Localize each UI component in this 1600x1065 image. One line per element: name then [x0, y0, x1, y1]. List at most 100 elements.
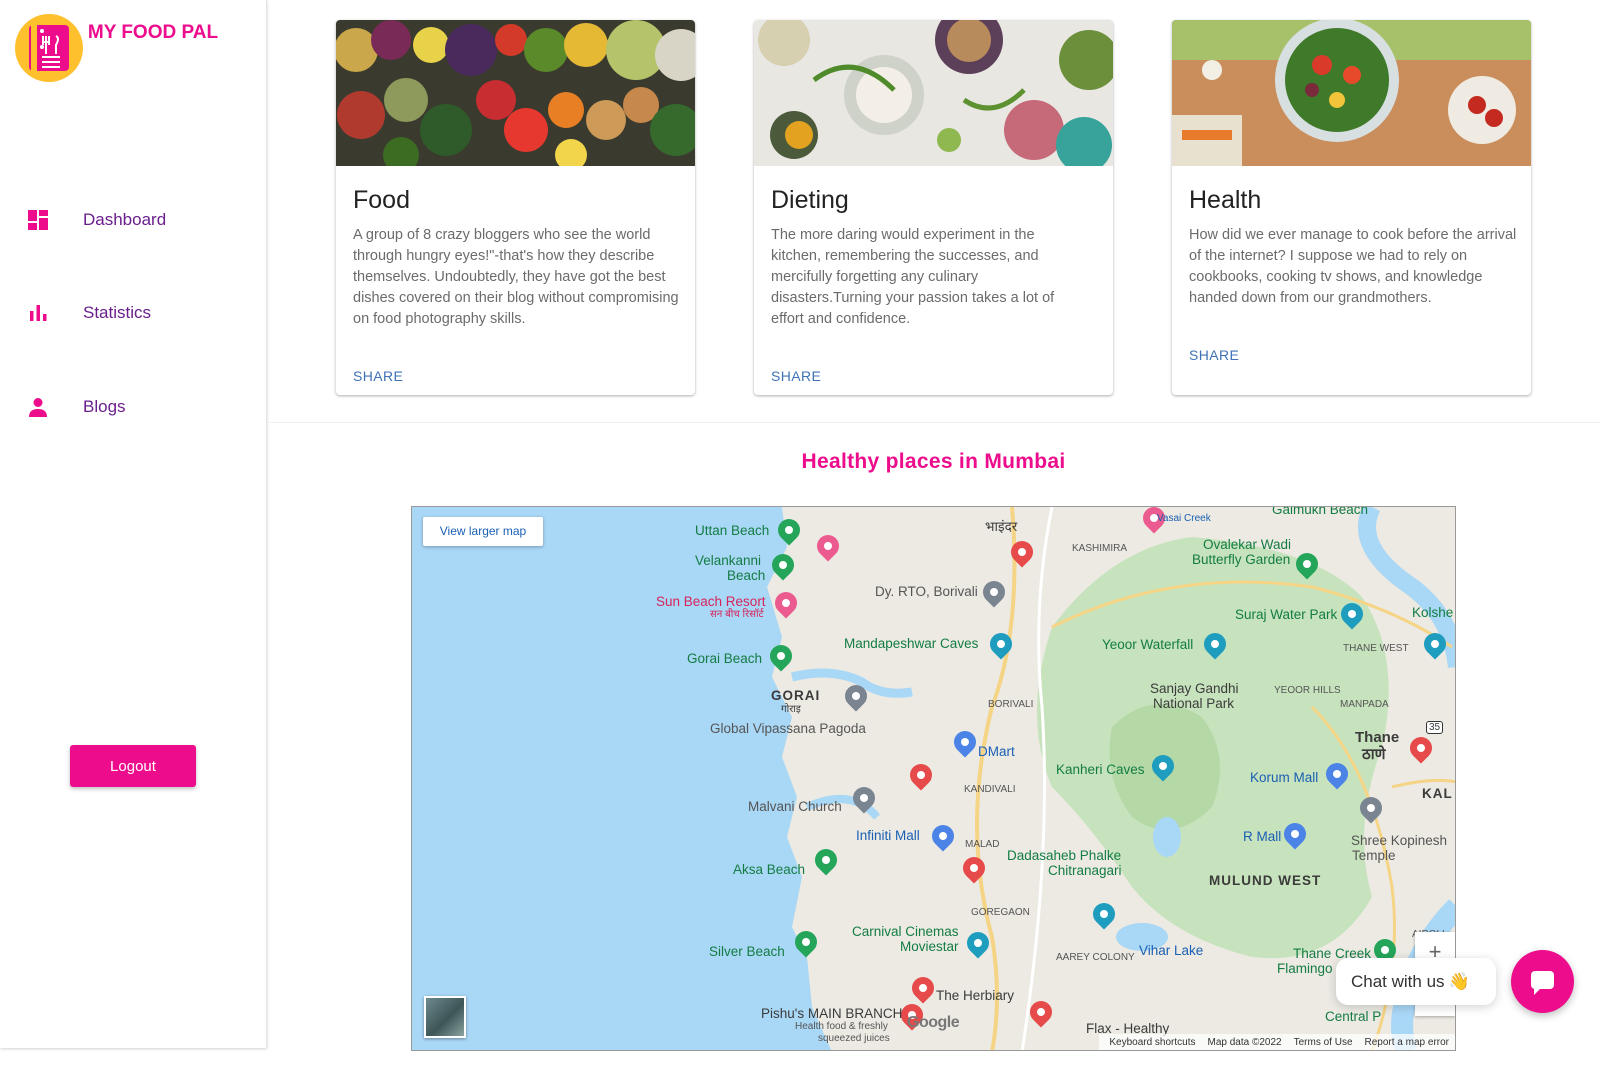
- sidebar-item-statistics[interactable]: Statistics: [0, 283, 266, 343]
- map-label: GOREGAON: [971, 907, 1030, 918]
- map-label: YEOOR HILLS: [1274, 685, 1341, 696]
- map-label: Silver Beach: [709, 944, 785, 959]
- map-label: Chitranagari: [1048, 863, 1122, 878]
- sidebar: MY FOOD PAL Dashboard Statistics Blogs L…: [0, 0, 267, 1048]
- map-label: Moviestar: [900, 939, 959, 954]
- map-label: Pishu's MAIN BRANCH: [761, 1006, 903, 1021]
- card-health: Health How did we ever manage to cook be…: [1172, 20, 1531, 395]
- map-label: R Mall: [1243, 829, 1282, 844]
- map-label: Uttan Beach: [695, 523, 770, 538]
- map-label: Ovalekar Wadi: [1203, 537, 1292, 552]
- map-label: Gorai Beach: [687, 651, 763, 666]
- map-label: MANPADA: [1340, 699, 1389, 710]
- map-label: THANE WEST: [1343, 643, 1409, 654]
- card-dieting: Dieting The more daring would experiment…: [754, 20, 1113, 395]
- map-label: Temple: [1352, 848, 1396, 863]
- report-map-error-link[interactable]: Report a map error: [1365, 1037, 1449, 1048]
- map-label: MULUND WEST: [1209, 873, 1322, 888]
- map-label: Aksa Beach: [733, 862, 806, 877]
- brand-title: MY FOOD PAL: [87, 22, 219, 43]
- map-label: Kolshe: [1412, 605, 1454, 620]
- map-label: AAREY COLONY: [1056, 952, 1135, 963]
- map-label: Vasai Creek: [1157, 513, 1211, 524]
- card-image-bowls: [754, 20, 1113, 166]
- map-label: Carnival Cinemas: [852, 924, 959, 939]
- map-label: Gaimukh Beach: [1272, 506, 1369, 517]
- map-label: National Park: [1153, 696, 1235, 711]
- chat-label: Chat with us: [1351, 972, 1445, 991]
- map-label: Global Vipassana Pagoda: [710, 721, 866, 736]
- dashboard-icon: [28, 210, 48, 230]
- map-label: गोराइ: [781, 704, 801, 715]
- map-label: Dadasaheb Phalke: [1007, 848, 1122, 863]
- map-label: Kanheri Caves: [1056, 762, 1145, 777]
- brand[interactable]: MY FOOD PAL: [15, 14, 255, 84]
- map-label: Infiniti Mall: [856, 828, 920, 843]
- map-label: Vihar Lake: [1139, 943, 1204, 958]
- map-label: Velankanni: [695, 553, 762, 568]
- map-label: KAL: [1422, 786, 1453, 801]
- bar-chart-icon: [30, 305, 47, 321]
- chat-button[interactable]: [1511, 950, 1574, 1013]
- map-label: Beach: [727, 568, 766, 583]
- map-label: KASHIMIRA: [1072, 543, 1128, 554]
- map-label: Dy. RTO, Borivali: [875, 584, 978, 599]
- share-button[interactable]: SHARE: [1189, 347, 1239, 363]
- map-label: DMart: [978, 744, 1015, 759]
- card-title: Dieting: [771, 186, 849, 214]
- card-image-vegetables: [336, 20, 695, 166]
- map-label: ठाणे: [1362, 746, 1386, 763]
- share-button[interactable]: SHARE: [771, 368, 821, 384]
- map-label: MALAD: [965, 839, 1000, 850]
- map-label: Butterfly Garden: [1192, 552, 1291, 567]
- map-label: Health food & freshly: [795, 1021, 888, 1032]
- keyboard-shortcuts-link[interactable]: Keyboard shortcuts: [1109, 1037, 1195, 1048]
- terms-link[interactable]: Terms of Use: [1294, 1037, 1353, 1048]
- map-label: Korum Mall: [1250, 770, 1319, 785]
- map-label: भाइंदर: [985, 519, 1018, 534]
- sidebar-item-label: Statistics: [83, 303, 152, 322]
- satellite-toggle-button[interactable]: [424, 996, 466, 1038]
- sidebar-item-blogs[interactable]: Blogs: [0, 377, 266, 437]
- card-food: Food A group of 8 crazy bloggers who see…: [336, 20, 695, 395]
- map-label: Mandapeshwar Caves: [844, 636, 979, 651]
- map-label: Yeoor Waterfall: [1102, 637, 1194, 652]
- google-logo: Google: [907, 1014, 960, 1031]
- map-label: Sanjay Gandhi: [1150, 681, 1239, 696]
- map-label: Suraj Water Park: [1235, 607, 1338, 622]
- map-label: Central P: [1325, 1009, 1382, 1024]
- wave-icon: 👋: [1448, 972, 1470, 991]
- sidebar-item-label: Blogs: [83, 397, 126, 416]
- food-pal-logo-icon: [15, 14, 83, 82]
- map-label: squeezed juices: [818, 1033, 890, 1044]
- view-larger-map-button[interactable]: View larger map: [423, 517, 543, 546]
- card-description: A group of 8 crazy bloggers who see the …: [353, 227, 679, 327]
- card-title: Food: [353, 186, 410, 214]
- chat-bubble-icon: [1531, 971, 1554, 995]
- highway-shield-icon: 35: [1426, 721, 1444, 734]
- section-divider: [267, 422, 1600, 423]
- map-footer: Keyboard shortcuts Map data ©2022 Terms …: [1099, 1034, 1455, 1050]
- map-data-text: Map data ©2022: [1207, 1036, 1282, 1048]
- google-map[interactable]: Uttan Beach Velankanni Beach Sun Beach R…: [411, 506, 1456, 1051]
- map-label: Sun Beach Resort: [656, 594, 766, 609]
- person-icon: [29, 398, 47, 417]
- map-label: GORAI: [771, 688, 821, 703]
- map-label: The Herbiary: [936, 988, 1015, 1003]
- card-description: How did we ever manage to cook before th…: [1189, 227, 1517, 306]
- sidebar-item-label: Dashboard: [83, 210, 167, 229]
- card-description: The more daring would experiment in the …: [771, 227, 1055, 327]
- chat-with-us-prompt[interactable]: Chat with us 👋: [1336, 958, 1496, 1005]
- card-title: Health: [1189, 186, 1262, 214]
- map-label: Malvani Church: [748, 799, 842, 814]
- section-title: Healthy places in Mumbai: [801, 450, 1066, 473]
- map-label: KANDIVALI: [964, 784, 1016, 795]
- map-label: BORIVALI: [988, 699, 1034, 710]
- sidebar-item-dashboard[interactable]: Dashboard: [0, 190, 266, 250]
- logout-button[interactable]: Logout: [70, 745, 196, 787]
- map-label: Thane: [1355, 729, 1400, 746]
- map-label: Shree Kopinesh: [1351, 833, 1448, 848]
- map-label: सन बीच रिसॉर्ट: [710, 609, 764, 620]
- share-button[interactable]: SHARE: [353, 368, 403, 384]
- card-image-salad: [1172, 20, 1531, 166]
